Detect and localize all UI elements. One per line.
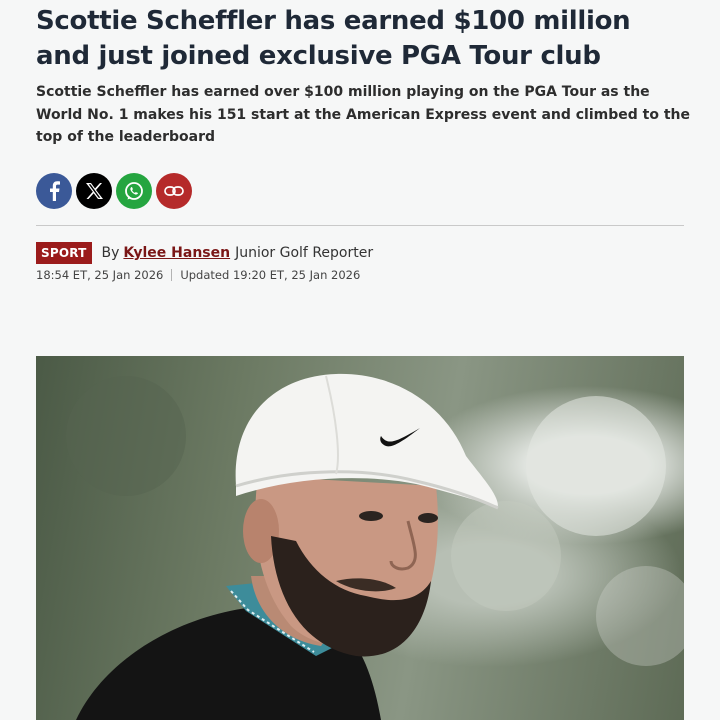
byline-prefix: By — [101, 245, 120, 261]
article-photo — [36, 356, 684, 720]
author-link[interactable]: Kylee Hansen — [123, 245, 230, 261]
golfer-photo-illustration — [66, 373, 684, 720]
headline: Scottie Scheffler has earned $100 millio… — [36, 6, 631, 71]
share-x-button[interactable] — [76, 173, 112, 209]
section-badge[interactable]: SPORT — [36, 242, 92, 264]
copy-link-button[interactable] — [156, 173, 192, 209]
timestamp-separator — [171, 269, 173, 281]
author-role: Junior Golf Reporter — [235, 245, 374, 261]
share-buttons — [36, 173, 192, 209]
x-icon — [85, 182, 103, 200]
updated-time: Updated 19:20 ET, 25 Jan 2026 — [180, 268, 361, 282]
published-time: 18:54 ET, 25 Jan 2026 — [36, 268, 164, 282]
share-facebook-button[interactable] — [36, 173, 72, 209]
facebook-icon — [47, 181, 61, 201]
share-whatsapp-button[interactable] — [116, 173, 152, 209]
timestamps: 18:54 ET, 25 Jan 2026 Updated 19:20 ET, … — [36, 268, 360, 282]
link-icon — [164, 185, 184, 197]
divider — [36, 225, 684, 226]
whatsapp-icon — [123, 180, 145, 202]
standfirst: Scottie Scheffler has earned over $100 m… — [36, 84, 690, 145]
byline: SPORT By Kylee Hansen Junior Golf Report… — [36, 242, 373, 264]
